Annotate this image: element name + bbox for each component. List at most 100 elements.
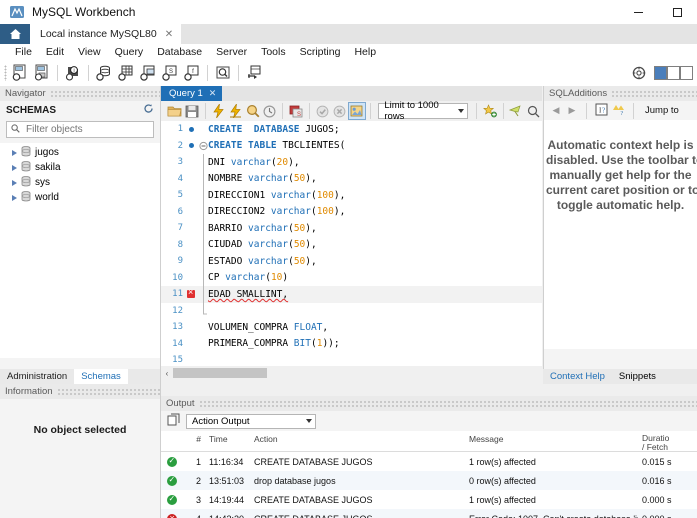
schema-item-sys[interactable]: sys	[0, 175, 160, 190]
sql-code-area[interactable]: 1 CREATE DATABASE JUGOS; 2 CREATE TABLE TBC…	[161, 121, 542, 366]
context-help-icon[interactable]: I ?	[595, 103, 608, 119]
execute-icon[interactable]	[209, 102, 226, 120]
code-lines[interactable]: 1 CREATE DATABASE JUGOS; 2 CREATE TABLE TBC…	[161, 121, 542, 366]
scroll-left-icon[interactable]: ‹	[161, 369, 173, 378]
close-icon[interactable]: ✕	[165, 29, 173, 40]
tab-snippets[interactable]: Snippets	[612, 369, 663, 384]
chevron-right-icon[interactable]	[12, 194, 17, 201]
menu-query[interactable]: Query	[108, 44, 151, 60]
code-line[interactable]: 6 DIRECCION2 varchar(100),	[161, 203, 542, 221]
code-line[interactable]: 8 CIUDAD varchar(50),	[161, 236, 542, 254]
menu-help[interactable]: Help	[347, 44, 383, 60]
menu-tools[interactable]: Tools	[254, 44, 293, 60]
arrow-right-icon[interactable]: ▶	[566, 105, 578, 116]
code-line[interactable]: 13 VOLUMEN_COMPRA FLOAT,	[161, 319, 542, 336]
settings-gear-icon[interactable]	[628, 62, 650, 84]
stop-on-error-icon[interactable]	[261, 102, 278, 120]
table-row[interactable]: 1 11:16:34 CREATE DATABASE JUGOS 1 row(s) a…	[161, 452, 697, 471]
code-line[interactable]: 12	[161, 302, 542, 320]
panel-layout-icon[interactable]	[654, 66, 693, 80]
navigator-tabs: Administration Schemas	[0, 369, 161, 384]
menu-server[interactable]: Server	[209, 44, 254, 60]
find-icon[interactable]	[507, 102, 524, 120]
chevron-down-icon[interactable]	[306, 419, 312, 423]
table-row[interactable]: 3 14:19:44 CREATE DATABASE JUGOS 1 row(s) a…	[161, 490, 697, 509]
explain-icon[interactable]	[244, 102, 261, 120]
open-connection-info-icon[interactable]: i	[62, 62, 84, 84]
chevron-right-icon[interactable]	[12, 164, 17, 171]
close-icon[interactable]: ✕	[209, 88, 217, 99]
schema-item-sakila[interactable]: sakila	[0, 160, 160, 175]
new-schema-icon[interactable]	[93, 62, 115, 84]
code-line[interactable]: 2 CREATE TABLE TBCLIENTES(	[161, 138, 542, 155]
code-line[interactable]: 3 DNI varchar(20),	[161, 154, 542, 171]
rollback-icon[interactable]	[331, 102, 348, 120]
automatic-help-toggle-icon[interactable]: ?	[612, 103, 625, 119]
new-table-icon[interactable]	[115, 62, 137, 84]
menu-scripting[interactable]: Scripting	[293, 44, 348, 60]
jump-to-button[interactable]: Jump to	[645, 105, 679, 116]
maximize-button[interactable]	[658, 0, 697, 24]
code-line[interactable]: 4 NOMBRE varchar(50),	[161, 170, 542, 188]
code-line[interactable]: 14 PRIMERA_COMPRA BIT(1));	[161, 336, 542, 353]
limit-rows-select[interactable]: Limit to 1000 rows	[378, 100, 469, 122]
menu-view[interactable]: View	[71, 44, 108, 60]
table-row[interactable]: 414:43:20CREATE DATABASE JUGOSError Code…	[161, 509, 697, 518]
scrollbar-thumb[interactable]	[173, 368, 267, 378]
fold-indicator	[199, 170, 208, 188]
tab-administration[interactable]: Administration	[0, 369, 74, 384]
execute-current-statement-icon[interactable]	[227, 102, 244, 120]
open-sql-script-icon[interactable]	[31, 62, 53, 84]
code-line[interactable]: 1 CREATE DATABASE JUGOS;	[161, 121, 542, 138]
code-line[interactable]: 9 ESTADO varchar(50),	[161, 253, 542, 270]
output-mode-select[interactable]: Action Output	[186, 413, 316, 429]
new-function-icon[interactable]: f	[181, 62, 203, 84]
schema-item-jugos[interactable]: jugos	[0, 145, 160, 160]
editor-horizontal-scrollbar[interactable]: ‹	[161, 366, 542, 380]
row-index: 1	[195, 456, 201, 467]
home-button[interactable]	[0, 24, 30, 44]
chevron-right-icon[interactable]	[12, 149, 17, 156]
autocommit-icon[interactable]	[347, 102, 366, 120]
chevron-down-icon[interactable]	[458, 109, 465, 113]
chevron-right-icon[interactable]	[12, 179, 17, 186]
commit-icon[interactable]	[313, 102, 330, 120]
refresh-icon[interactable]	[143, 103, 154, 117]
code-line[interactable]: 5 DIRECCION1 varchar(100),	[161, 187, 542, 204]
code-line[interactable]: 10 CP varchar(10)	[161, 269, 542, 287]
tab-query-1[interactable]: Query 1 ✕	[161, 86, 223, 101]
beautify-icon[interactable]	[481, 102, 498, 120]
reconnect-server-icon[interactable]	[243, 62, 265, 84]
menu-edit[interactable]: Edit	[39, 44, 71, 60]
arrow-left-icon[interactable]: ◀	[550, 105, 562, 116]
tab-local-instance[interactable]: Local instance MySQL80 ✕	[30, 24, 182, 44]
menu-file[interactable]: File	[8, 44, 39, 60]
fold-indicator[interactable]	[199, 138, 208, 155]
error-marker-icon[interactable]	[183, 287, 199, 299]
code-line[interactable]: 15	[161, 352, 542, 366]
code-line[interactable]: 7 BARRIO varchar(50),	[161, 220, 542, 237]
code-line[interactable]: 11 EDAD SMALLINT,	[161, 286, 542, 303]
column-time: Time	[209, 434, 228, 444]
minimize-button[interactable]	[619, 0, 658, 24]
table-body[interactable]: 1 11:16:34 CREATE DATABASE JUGOS 1 row(s) a…	[161, 452, 697, 518]
table-row[interactable]: 2 13:51:03 drop database jugos 0 row(s) aff…	[161, 471, 697, 490]
line-number: 5	[177, 190, 183, 201]
open-file-icon[interactable]	[166, 102, 183, 120]
new-procedure-icon[interactable]: S	[159, 62, 181, 84]
schema-item-world[interactable]: world	[0, 190, 160, 205]
toggle-invisible-icon[interactable]	[525, 102, 542, 120]
new-sql-tab-icon[interactable]	[9, 62, 31, 84]
output-mode-icon[interactable]	[167, 413, 180, 429]
new-view-icon[interactable]	[137, 62, 159, 84]
schema-tree[interactable]: jugos sakila sys world	[0, 143, 160, 358]
toggle-stop-icon[interactable]: S	[287, 102, 304, 120]
search-data-icon[interactable]	[212, 62, 234, 84]
filter-objects-input[interactable]	[24, 123, 153, 136]
tab-context-help[interactable]: Context Help	[543, 369, 612, 384]
menu-database[interactable]: Database	[150, 44, 209, 60]
toolbar-grip[interactable]	[4, 65, 7, 81]
filter-objects-box[interactable]	[6, 121, 154, 138]
tab-schemas[interactable]: Schemas	[74, 369, 128, 384]
save-file-icon[interactable]	[183, 102, 200, 120]
